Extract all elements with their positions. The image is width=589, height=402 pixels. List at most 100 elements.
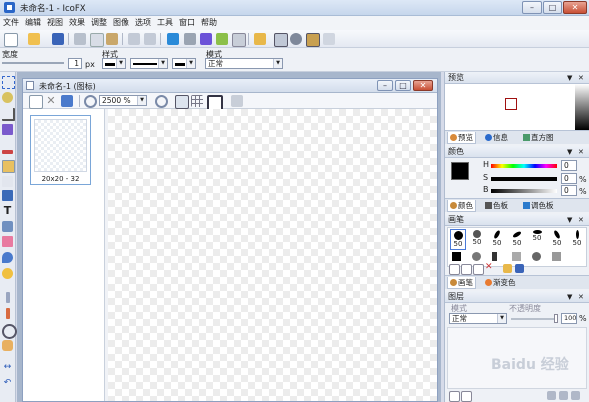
maximize-button[interactable]: □ [543, 1, 562, 14]
android-icon[interactable] [216, 33, 228, 45]
brush-preset-soft[interactable] [472, 252, 481, 261]
line-cap-end-select[interactable]: ▼ [172, 58, 196, 69]
dodge-icon[interactable] [2, 268, 13, 279]
layer-down-icon[interactable] [559, 391, 568, 400]
layers-icon[interactable] [323, 33, 335, 45]
panel-dropdown-icon[interactable]: ▼ [567, 146, 572, 158]
tab-histogram[interactable]: 直方图 [521, 132, 556, 143]
copy-icon[interactable] [90, 33, 104, 47]
menu-image[interactable]: 图像 [110, 16, 132, 30]
close-button[interactable]: ✕ [563, 1, 587, 14]
line-style-select[interactable]: ▼ [130, 58, 168, 69]
h-input[interactable]: 0 [561, 160, 577, 171]
brush-preset[interactable]: 50 [530, 229, 544, 248]
new-brush-icon[interactable] [449, 264, 460, 275]
brush-preset-square[interactable] [452, 252, 461, 261]
zoom-select[interactable]: 2500 % ▼ [99, 95, 147, 106]
hand-icon[interactable] [2, 340, 13, 351]
eraser-icon[interactable] [2, 236, 13, 247]
zoom-in-icon[interactable] [155, 95, 168, 108]
delete-layer-icon[interactable] [571, 391, 580, 400]
import-icon[interactable] [61, 95, 73, 107]
save-icon[interactable] [52, 33, 64, 45]
brush-preset-splatter[interactable] [552, 252, 561, 261]
brush-preset-flat[interactable] [492, 252, 497, 261]
blur-drop-icon[interactable] [2, 252, 13, 263]
minimize-button[interactable]: – [522, 1, 542, 14]
folder-image-icon[interactable] [254, 33, 266, 45]
paste-icon[interactable] [106, 33, 118, 45]
reset-colors-icon[interactable]: ↶ [2, 378, 13, 389]
image-options-icon[interactable] [231, 95, 243, 107]
actual-size-icon[interactable] [175, 95, 189, 109]
smudge-icon[interactable] [6, 308, 10, 319]
brush-preset-texture[interactable] [512, 252, 521, 261]
layer-opacity-input[interactable]: 100 [561, 313, 577, 324]
new-image-icon[interactable] [29, 95, 43, 109]
load-brush-icon[interactable] [503, 264, 512, 273]
undo-icon[interactable] [128, 33, 140, 45]
magic-wand-icon[interactable] [2, 92, 13, 103]
opacity-slider-thumb[interactable] [554, 314, 558, 323]
width-slider[interactable] [2, 62, 64, 64]
new-file-icon[interactable] [4, 33, 18, 47]
redo-icon[interactable] [144, 33, 156, 45]
duplicate-brush-icon[interactable] [461, 264, 472, 275]
tab-brush[interactable]: 画笔 [447, 277, 476, 289]
panel-close-icon[interactable]: ✕ [578, 72, 584, 84]
doc-close-button[interactable]: ✕ [413, 80, 433, 91]
menu-window[interactable]: 窗口 [176, 16, 198, 30]
tab-palette[interactable]: 调色板 [521, 200, 556, 211]
edit-brush-icon[interactable] [473, 264, 484, 275]
grid-toggle-icon[interactable] [191, 95, 203, 107]
tab-info[interactable]: 信息 [483, 132, 510, 143]
image-thumbnail[interactable]: 20x20 - 32 [30, 115, 91, 185]
menu-effects[interactable]: 效果 [66, 16, 88, 30]
b-input[interactable]: 0 [561, 185, 577, 196]
fill-bucket-icon[interactable] [2, 221, 13, 232]
brush-preset-round[interactable] [532, 252, 541, 261]
brightness-slider[interactable] [491, 189, 557, 193]
blend-mode-select[interactable]: 正常 ▼ [205, 58, 283, 69]
grid-view-icon[interactable] [274, 33, 288, 47]
crop-icon[interactable] [2, 108, 15, 121]
brush-preset[interactable]: 50 [570, 229, 584, 248]
swap-colors-icon[interactable]: ↔ [2, 362, 13, 373]
windows-icon[interactable] [167, 33, 179, 45]
panel-dropdown-icon[interactable]: ▼ [567, 214, 572, 226]
tab-gradient[interactable]: 渐变色 [483, 277, 518, 288]
menu-edit[interactable]: 编辑 [22, 16, 44, 30]
hue-slider[interactable] [491, 164, 557, 168]
s-input[interactable]: 0 [561, 173, 577, 184]
eyedropper-icon[interactable] [6, 292, 10, 303]
save-brush-icon[interactable] [515, 264, 524, 273]
move-tool-icon[interactable] [2, 124, 13, 135]
brush-preset[interactable]: 50 [510, 229, 524, 248]
layer-opacity-slider[interactable] [511, 318, 557, 320]
menu-adjust[interactable]: 调整 [88, 16, 110, 30]
delete-image-icon[interactable]: ✕ [45, 95, 57, 107]
pencil-icon[interactable] [2, 150, 13, 154]
menu-view[interactable]: 视图 [44, 16, 66, 30]
rectangle-tool-icon[interactable] [2, 190, 13, 201]
clock-icon[interactable] [290, 33, 302, 45]
layer-mode-select[interactable]: 正常 ▼ [449, 313, 507, 324]
tab-preview[interactable]: 预览 [447, 132, 476, 144]
primary-color-swatch[interactable] [451, 162, 469, 180]
brush-icon[interactable] [2, 160, 15, 173]
mobile-icon[interactable] [232, 33, 246, 47]
apple-icon[interactable] [184, 33, 196, 45]
menu-options[interactable]: 选项 [132, 16, 154, 30]
delete-brush-icon[interactable]: ✕ [485, 262, 497, 274]
spray-icon[interactable] [2, 176, 13, 187]
duplicate-layer-icon[interactable] [461, 391, 472, 402]
marquee-tool-icon[interactable] [2, 76, 15, 89]
brush-preset[interactable]: 50 [470, 229, 484, 248]
panel-dropdown-icon[interactable]: ▼ [567, 291, 572, 303]
cut-icon[interactable] [74, 33, 86, 45]
cursor-icon[interactable] [200, 33, 212, 45]
panel-close-icon[interactable]: ✕ [578, 146, 584, 158]
menu-tools[interactable]: 工具 [154, 16, 176, 30]
brush-preset[interactable]: 50 [490, 229, 504, 248]
doc-minimize-button[interactable]: – [377, 80, 393, 91]
